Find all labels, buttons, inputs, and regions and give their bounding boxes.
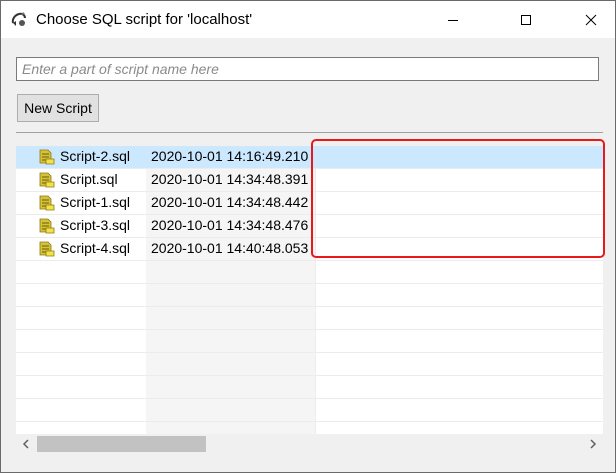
empty-row (16, 261, 603, 284)
script-row[interactable]: Script-3.sql 2020-10-01 14:34:48.476 (16, 215, 603, 238)
empty-row (16, 330, 603, 353)
script-modified-time: 2020-10-01 14:34:48.391 (151, 171, 309, 187)
script-description (316, 215, 603, 237)
chevron-right-icon (590, 439, 597, 449)
window-title: Choose SQL script for 'localhost' (36, 11, 253, 28)
script-name: Script.sql (60, 171, 118, 187)
close-button[interactable] (568, 1, 614, 38)
script-list[interactable]: Script-2.sql 2020-10-01 14:16:49.210 Scrip… (16, 146, 603, 434)
script-description (316, 146, 603, 168)
sql-script-icon (39, 172, 55, 188)
chevron-left-icon (22, 439, 29, 449)
script-modified-time: 2020-10-01 14:34:48.442 (151, 194, 309, 210)
empty-row (16, 307, 603, 330)
new-script-button[interactable]: New Script (17, 94, 99, 122)
script-rows: Script-2.sql 2020-10-01 14:16:49.210 Scrip… (16, 146, 603, 434)
empty-row (16, 284, 603, 307)
dialog-window: Choose SQL script for 'localhost' New Sc… (0, 0, 616, 473)
title-bar[interactable]: Choose SQL script for 'localhost' (1, 1, 615, 38)
empty-row (16, 353, 603, 376)
script-row[interactable]: Script-1.sql 2020-10-01 14:34:48.442 (16, 192, 603, 215)
script-modified-time: 2020-10-01 14:40:48.053 (151, 240, 309, 256)
script-modified-time: 2020-10-01 14:16:49.210 (151, 148, 309, 164)
separator (16, 132, 603, 133)
sql-script-icon (39, 195, 55, 211)
sql-script-icon (39, 218, 55, 234)
sql-script-icon (39, 241, 55, 257)
script-name: Script-1.sql (60, 194, 131, 210)
script-name: Script-4.sql (60, 240, 131, 256)
script-description (316, 169, 603, 191)
script-modified-time: 2020-10-01 14:34:48.476 (151, 217, 309, 233)
scroll-left-button[interactable] (16, 434, 36, 454)
empty-row (16, 399, 603, 422)
script-row[interactable]: Script-2.sql 2020-10-01 14:16:49.210 (16, 146, 603, 169)
search-input[interactable] (16, 57, 599, 81)
script-name: Script-2.sql (60, 148, 131, 164)
empty-row (16, 376, 603, 399)
close-icon (585, 14, 597, 25)
script-description (316, 192, 603, 214)
script-name: Script-3.sql (60, 217, 131, 233)
scrollbar-thumb[interactable] (37, 436, 206, 452)
minimize-icon (448, 19, 458, 21)
maximize-icon (521, 14, 531, 25)
script-row[interactable]: Script.sql 2020-10-01 14:34:48.391 (16, 169, 603, 192)
minimize-button[interactable] (430, 1, 476, 38)
horizontal-scrollbar[interactable] (16, 434, 603, 454)
scroll-right-button[interactable] (583, 434, 603, 454)
maximize-button[interactable] (503, 1, 549, 38)
sql-script-icon (39, 149, 55, 165)
script-description (316, 238, 603, 260)
empty-row (16, 422, 603, 434)
database-plug-icon (11, 12, 26, 26)
script-row[interactable]: Script-4.sql 2020-10-01 14:40:48.053 (16, 238, 603, 261)
